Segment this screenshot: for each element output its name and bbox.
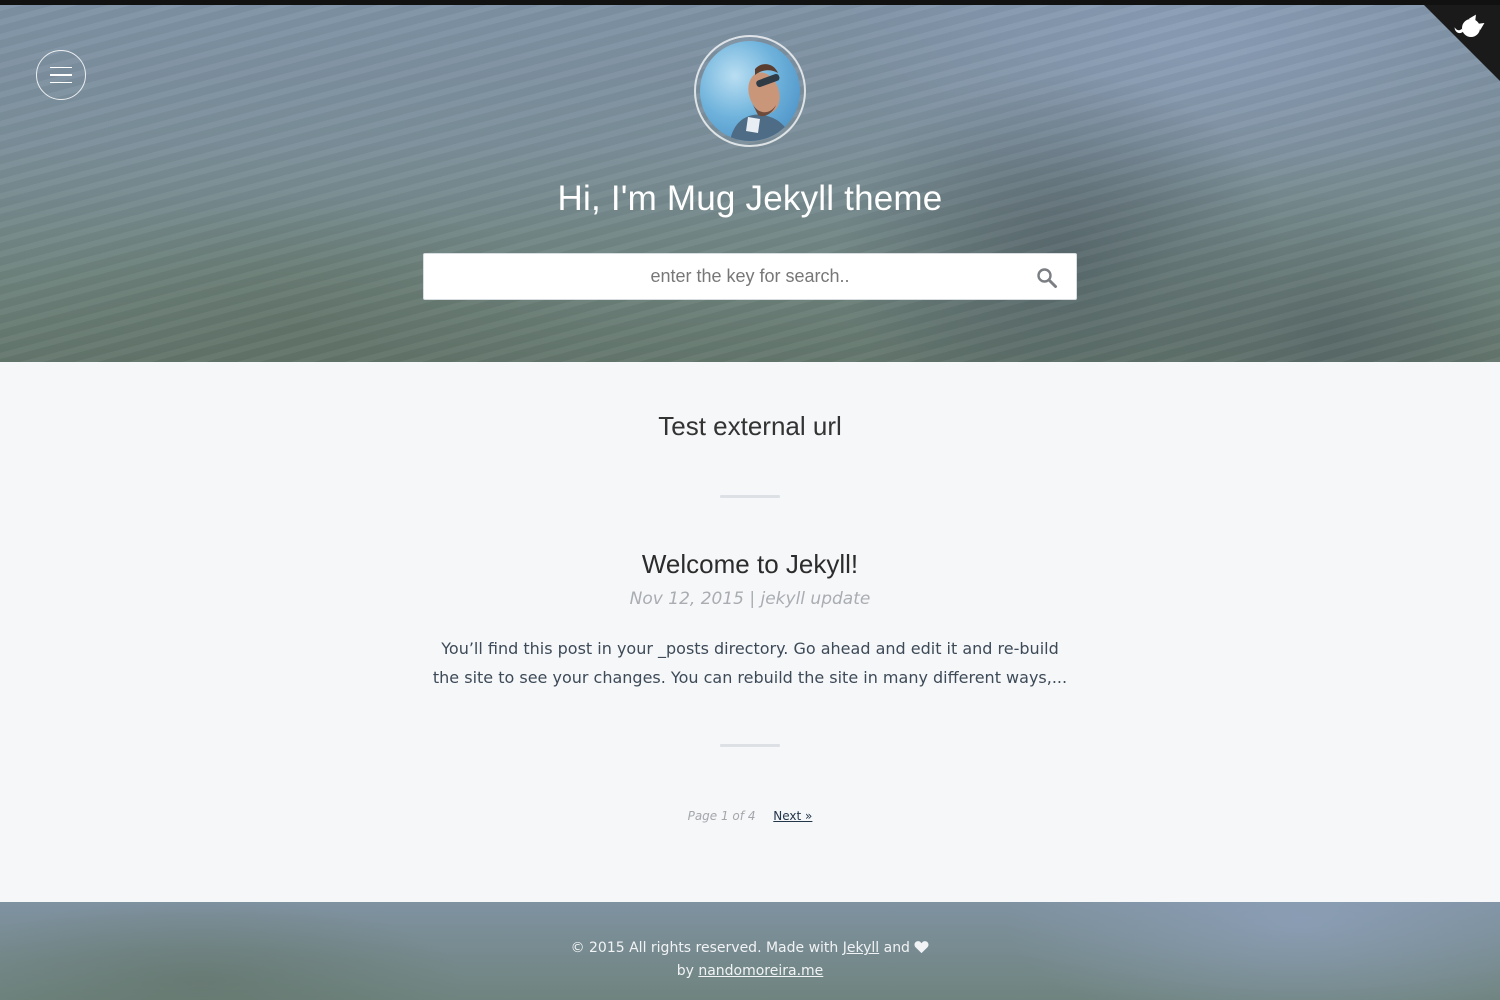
menu-button[interactable] (36, 50, 86, 100)
copyright-text: © 2015 All rights reserved. Made with (570, 940, 839, 956)
header-banner: Hi, I'm Mug Jekyll theme (0, 5, 1500, 362)
and-text: and (883, 940, 910, 956)
footer: © 2015 All rights reserved. Made with Je… (0, 902, 1500, 1000)
search-input[interactable] (424, 254, 1076, 299)
heart-icon (914, 941, 929, 954)
post-divider (720, 495, 780, 498)
post-title-link[interactable]: Test external url (0, 411, 1500, 442)
top-border (0, 0, 1500, 5)
next-page-link[interactable]: Next » (773, 809, 812, 823)
jekyll-link[interactable]: Jekyll (843, 940, 879, 956)
footer-author: by nandomoreira.me (0, 963, 1500, 979)
site-title: Hi, I'm Mug Jekyll theme (557, 179, 943, 218)
author-link[interactable]: nandomoreira.me (698, 963, 823, 979)
search-box (423, 253, 1077, 300)
avatar[interactable] (694, 35, 806, 147)
github-corner-icon[interactable] (1424, 5, 1500, 81)
page-info: Page 1 of 4 (687, 809, 756, 823)
hamburger-menu-icon-bar (50, 74, 72, 76)
pagination: Page 1 of 4 Next » (0, 809, 1500, 823)
post-divider (720, 744, 780, 747)
post-title-link[interactable]: Welcome to Jekyll! (0, 549, 1500, 580)
hamburger-menu-icon (50, 66, 72, 69)
person-photo-icon (730, 64, 792, 141)
by-text: by (676, 963, 694, 979)
search-icon[interactable] (1035, 266, 1059, 290)
avatar-image (700, 41, 800, 141)
post-meta: Nov 12, 2015 | jekyll update (629, 589, 871, 609)
hamburger-menu-icon-bar (50, 81, 72, 84)
post-excerpt: You’ll find this post in your _posts dir… (432, 639, 1068, 687)
main-content: Test external url Welcome to Jekyll! Nov… (0, 362, 1500, 902)
footer-copyright: © 2015 All rights reserved. Made with Je… (0, 940, 1500, 956)
